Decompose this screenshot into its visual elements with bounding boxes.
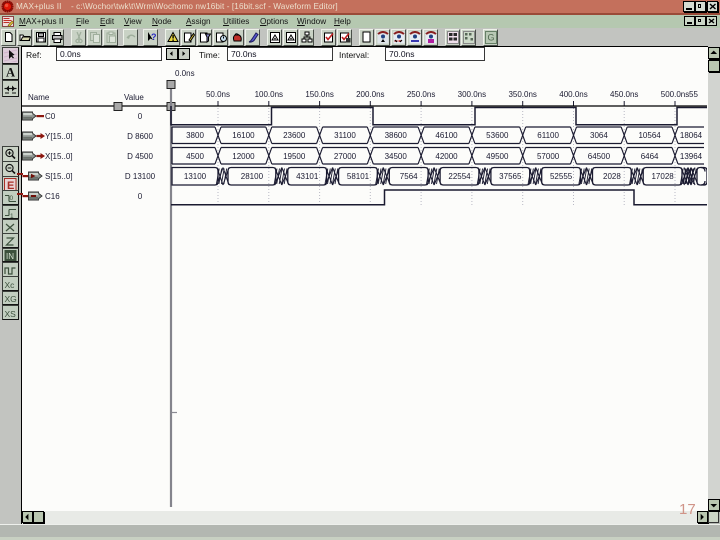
svg-text:7564: 7564 (400, 172, 418, 181)
svg-text:10564: 10564 (638, 131, 661, 140)
svg-text:53600: 53600 (486, 131, 509, 140)
svg-text:43101: 43101 (296, 172, 319, 181)
svg-text:A: A (6, 66, 15, 79)
svg-text:D 13100: D 13100 (125, 172, 156, 181)
svg-text:400.0ns: 400.0ns (559, 90, 587, 99)
svg-text:2028: 2028 (603, 172, 621, 181)
svg-text:16100: 16100 (232, 131, 255, 140)
svg-text:200.0ns: 200.0ns (356, 90, 384, 99)
svg-text:Name: Name (28, 93, 50, 102)
svg-text:450.0ns: 450.0ns (610, 90, 638, 99)
svg-text:100.0ns: 100.0ns (255, 90, 283, 99)
svg-text:17028: 17028 (651, 172, 674, 181)
svg-text:18064: 18064 (680, 131, 703, 140)
svg-text:19500: 19500 (283, 152, 306, 161)
svg-text:0: 0 (138, 112, 143, 121)
svg-text:X[15..0]: X[15..0] (45, 152, 73, 161)
svg-text:0: 0 (138, 192, 143, 201)
svg-text:?: ? (151, 32, 157, 42)
svg-text:31100: 31100 (334, 131, 356, 140)
svg-text:37565: 37565 (499, 172, 522, 181)
svg-text:22554: 22554 (448, 172, 471, 181)
svg-text:55: 55 (689, 90, 698, 99)
svg-text:6464: 6464 (641, 152, 659, 161)
svg-text:3800: 3800 (186, 131, 204, 140)
svg-text:64500: 64500 (588, 152, 611, 161)
svg-text:27000: 27000 (334, 152, 357, 161)
svg-text:23600: 23600 (283, 131, 306, 140)
svg-text:42000: 42000 (435, 152, 458, 161)
svg-text:C0: C0 (45, 112, 56, 121)
svg-text:13964: 13964 (680, 152, 703, 161)
svg-text:D 8600: D 8600 (127, 132, 153, 141)
svg-text:150.0ns: 150.0ns (305, 90, 333, 99)
svg-text:0: 0 (10, 195, 14, 202)
svg-text:61100: 61100 (537, 131, 559, 140)
svg-text:Value: Value (124, 93, 144, 102)
svg-text:58101: 58101 (347, 172, 370, 181)
svg-text:38600: 38600 (385, 131, 408, 140)
svg-text:52555: 52555 (550, 172, 573, 181)
svg-text:34500: 34500 (385, 152, 408, 161)
svg-text:0.0ns: 0.0ns (175, 69, 195, 78)
svg-text:28100: 28100 (241, 172, 264, 181)
svg-text:S[15..0]: S[15..0] (45, 172, 73, 181)
svg-text:C16: C16 (45, 192, 60, 201)
svg-text:3064: 3064 (590, 131, 608, 140)
svg-text:G: G (487, 32, 494, 42)
svg-text:350.0ns: 350.0ns (508, 90, 536, 99)
svg-text:IN: IN (6, 252, 14, 261)
svg-text:500.0ns: 500.0ns (661, 90, 689, 99)
svg-text:D 4500: D 4500 (127, 152, 153, 161)
svg-text:Y[15..0]: Y[15..0] (45, 132, 73, 141)
svg-text:50.0ns: 50.0ns (206, 90, 230, 99)
svg-text:300.0ns: 300.0ns (458, 90, 486, 99)
svg-text:46100: 46100 (435, 131, 458, 140)
svg-text:13100: 13100 (184, 172, 207, 181)
svg-text:49500: 49500 (486, 152, 509, 161)
svg-text:XS: XS (5, 309, 17, 319)
svg-text:4500: 4500 (186, 152, 204, 161)
svg-text:12000: 12000 (232, 152, 255, 161)
svg-text:E: E (7, 180, 14, 191)
svg-text:250.0ns: 250.0ns (407, 90, 435, 99)
svg-text:XG: XG (5, 294, 17, 304)
svg-text:57000: 57000 (537, 152, 560, 161)
svg-text:Xc: Xc (5, 280, 16, 290)
